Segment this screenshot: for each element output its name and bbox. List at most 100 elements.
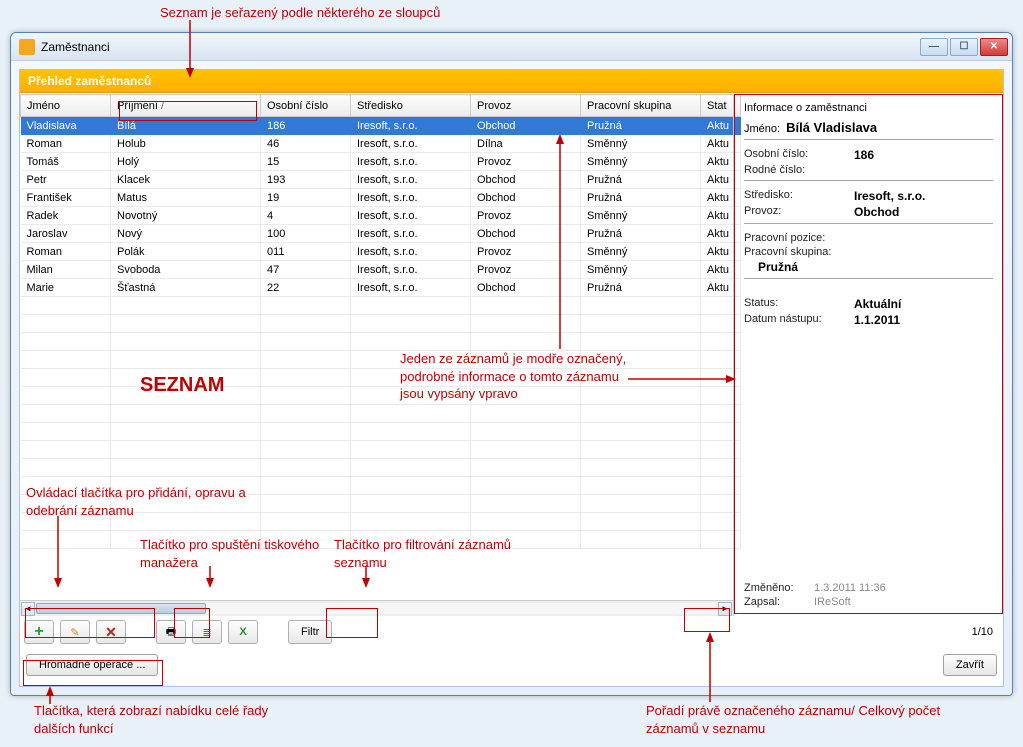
table-cell: 19 xyxy=(261,189,351,207)
table-cell: Iresoft, s.r.o. xyxy=(351,279,471,297)
employee-grid: JménoPříjmeníOsobní čísloStřediskoProvoz… xyxy=(20,94,733,616)
table-cell: 15 xyxy=(261,153,351,171)
horizontal-scrollbar[interactable]: ◄ ► xyxy=(20,600,733,616)
annotation-bottom-right: Pořadí právě označeného záznamu/ Celkový… xyxy=(646,702,946,737)
table-cell: Pružná xyxy=(581,117,701,135)
close-button[interactable]: Zavřít xyxy=(943,654,997,676)
table-cell: 193 xyxy=(261,171,351,189)
annotation-top: Seznam je seřazený podle některého ze sl… xyxy=(160,4,440,22)
table-cell: Iresoft, s.r.o. xyxy=(351,207,471,225)
annotation-selected-row: Jeden ze záznamů je modře označený, podr… xyxy=(400,350,630,403)
detail-panel: Informace o zaměstnanci Jméno: Bílá Vlad… xyxy=(733,94,1003,616)
detail-zapsal-label: Zapsal: xyxy=(744,596,814,608)
table-cell: 011 xyxy=(261,243,351,261)
column-header[interactable]: Jméno xyxy=(21,95,111,117)
table-cell: 22 xyxy=(261,279,351,297)
close-window-button[interactable]: ✕ xyxy=(980,38,1008,56)
table-cell: Roman xyxy=(21,243,111,261)
edit-button[interactable]: ✎ xyxy=(60,620,90,644)
table-cell: 100 xyxy=(261,225,351,243)
excel-icon: X xyxy=(239,626,246,638)
list-button[interactable]: ≣ xyxy=(192,620,222,644)
detail-nastup-value: 1.1.2011 xyxy=(854,313,900,327)
detail-skupina-label: Pracovní skupina: xyxy=(744,246,854,258)
table-row[interactable]: RomanPolák011Iresoft, s.r.o.ProvozSměnný… xyxy=(21,243,741,261)
window-title: Zaměstnanci xyxy=(41,40,920,54)
minimize-button[interactable]: — xyxy=(920,38,948,56)
detail-rodne-label: Rodné číslo: xyxy=(744,164,854,176)
table-cell: Iresoft, s.r.o. xyxy=(351,117,471,135)
table-cell: Holý xyxy=(111,153,261,171)
detail-name-label: Jméno: xyxy=(744,123,780,135)
column-header[interactable]: Pracovní skupina xyxy=(581,95,701,117)
main-window: Zaměstnanci — ☐ ✕ Přehled zaměstnanců Jm… xyxy=(10,32,1013,696)
detail-osobni-label: Osobní číslo: xyxy=(744,148,854,162)
table-cell: Svoboda xyxy=(111,261,261,279)
titlebar[interactable]: Zaměstnanci — ☐ ✕ xyxy=(11,33,1012,61)
table-cell: Směnný xyxy=(581,243,701,261)
table-cell: Roman xyxy=(21,135,111,153)
add-button[interactable]: + xyxy=(24,620,54,644)
table-row[interactable]: VladislavaBílá186Iresoft, s.r.o.ObchodPr… xyxy=(21,117,741,135)
table-cell: Iresoft, s.r.o. xyxy=(351,189,471,207)
table-cell: Nový xyxy=(111,225,261,243)
column-header[interactable]: Provoz xyxy=(471,95,581,117)
batch-operations-button[interactable]: Hromadné operace ... xyxy=(26,654,158,676)
table-cell: Novotný xyxy=(111,207,261,225)
table-cell: 186 xyxy=(261,117,351,135)
maximize-button[interactable]: ☐ xyxy=(950,38,978,56)
annotation-print: Tlačítko pro spuštění tiskového manažera xyxy=(140,536,320,571)
detail-stredisko-value: Iresoft, s.r.o. xyxy=(854,189,925,203)
table-cell: Matus xyxy=(111,189,261,207)
column-header[interactable]: Osobní číslo xyxy=(261,95,351,117)
table-cell: Tomáš xyxy=(21,153,111,171)
annotation-bottom-left: Tlačítka, která zobrazí nabídku celé řad… xyxy=(34,702,274,737)
table-row[interactable]: RadekNovotný4Iresoft, s.r.o.ProvozSměnný… xyxy=(21,207,741,225)
table-cell: Vladislava xyxy=(21,117,111,135)
table-row[interactable]: FrantišekMatus19Iresoft, s.r.o.ObchodPru… xyxy=(21,189,741,207)
column-header[interactable]: Příjmení xyxy=(111,95,261,117)
table-cell: František xyxy=(21,189,111,207)
table-row[interactable]: MilanSvoboda47Iresoft, s.r.o.ProvozSměnn… xyxy=(21,261,741,279)
table-cell: Pružná xyxy=(581,171,701,189)
pencil-icon: ✎ xyxy=(70,626,79,639)
table-cell: 4 xyxy=(261,207,351,225)
table-row[interactable]: TomášHolý15Iresoft, s.r.o.ProvozSměnnýAk… xyxy=(21,153,741,171)
table-cell: Radek xyxy=(21,207,111,225)
table-row[interactable]: JaroslavNový100Iresoft, s.r.o.ObchodPruž… xyxy=(21,225,741,243)
plus-icon: + xyxy=(34,623,43,641)
delete-button[interactable]: ✕ xyxy=(96,620,126,644)
table-cell: Klacek xyxy=(111,171,261,189)
detail-name-value: Bílá Vladislava xyxy=(786,120,877,135)
detail-nastup-label: Datum nástupu: xyxy=(744,313,854,327)
table-cell: Bílá xyxy=(111,117,261,135)
table-cell: Směnný xyxy=(581,207,701,225)
filter-button[interactable]: Filtr xyxy=(288,620,332,644)
table-cell: Polák xyxy=(111,243,261,261)
annotation-controls: Ovládací tlačítka pro přidání, opravu a … xyxy=(26,484,246,519)
table-cell: Obchod xyxy=(471,117,581,135)
client-area: Přehled zaměstnanců JménoPříjmeníOsobní … xyxy=(19,69,1004,687)
x-icon: ✕ xyxy=(105,624,117,641)
table-cell: Iresoft, s.r.o. xyxy=(351,153,471,171)
table-row[interactable]: PetrKlacek193Iresoft, s.r.o.ObchodPružná… xyxy=(21,171,741,189)
table-cell: Iresoft, s.r.o. xyxy=(351,243,471,261)
list-icon: ≣ xyxy=(202,626,211,639)
print-button[interactable]: 🖶 xyxy=(156,620,186,644)
table-row[interactable]: MarieŠťastná22Iresoft, s.r.o.ObchodPružn… xyxy=(21,279,741,297)
table-cell: Směnný xyxy=(581,135,701,153)
table-cell: Šťastná xyxy=(111,279,261,297)
detail-provoz-value: Obchod xyxy=(854,205,899,219)
list-title: Přehled zaměstnanců xyxy=(20,70,1003,93)
table-cell: Marie xyxy=(21,279,111,297)
excel-button[interactable]: X xyxy=(228,620,258,644)
table-cell: Iresoft, s.r.o. xyxy=(351,261,471,279)
table-cell: Pružná xyxy=(581,189,701,207)
table-cell: Směnný xyxy=(581,261,701,279)
detail-zmeneno-label: Změněno: xyxy=(744,582,814,594)
table-row[interactable]: RomanHolub46Iresoft, s.r.o.DílnaSměnnýAk… xyxy=(21,135,741,153)
detail-provoz-label: Provoz: xyxy=(744,205,854,219)
column-header[interactable]: Středisko xyxy=(351,95,471,117)
printer-icon: 🖶 xyxy=(166,623,176,642)
toolbar: + ✎ ✕ 🖶 ≣ X Filtr 1/10 xyxy=(24,618,999,646)
